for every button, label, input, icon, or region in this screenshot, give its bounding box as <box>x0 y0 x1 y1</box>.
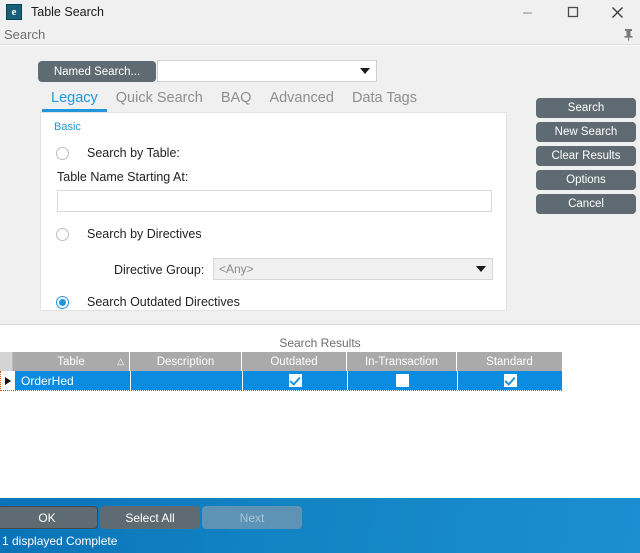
options-button[interactable]: Options <box>536 170 636 190</box>
grid-header-corner <box>0 352 13 371</box>
named-search-input[interactable] <box>158 61 354 81</box>
search-results-title: Search Results <box>279 336 361 350</box>
cell-in-transaction[interactable] <box>348 371 458 390</box>
title-bar: e Table Search <box>0 0 640 24</box>
tab-legacy[interactable]: Legacy <box>42 90 107 112</box>
window-controls <box>505 0 640 24</box>
toolstrip-label: Search <box>4 27 46 42</box>
named-search-button[interactable]: Named Search... <box>38 61 156 82</box>
radio-search-by-directives-indicator[interactable] <box>56 227 69 241</box>
radio-search-outdated-directives-indicator[interactable] <box>56 295 69 309</box>
checkbox-standard[interactable] <box>503 374 517 387</box>
status-bar-text: 1 displayed Complete <box>2 534 118 548</box>
checkbox-outdated[interactable] <box>288 374 302 387</box>
tab-advanced[interactable]: Advanced <box>260 90 343 113</box>
grid-header-row: Table △ Description Outdated In-Transact… <box>0 352 562 371</box>
close-icon[interactable] <box>595 0 640 24</box>
cell-standard[interactable] <box>458 371 562 390</box>
chevron-down-icon[interactable] <box>354 61 376 81</box>
column-header-outdated[interactable]: Outdated <box>242 352 347 371</box>
search-toolstrip: Search <box>0 24 640 45</box>
pin-icon[interactable] <box>623 28 634 44</box>
tab-data-tags[interactable]: Data Tags <box>343 90 426 113</box>
cell-description[interactable] <box>131 371 243 390</box>
table-search-window: e Table Search Search Named Search... Le… <box>0 0 640 553</box>
radio-search-by-table-label: Search by Table: <box>87 146 180 160</box>
search-results-area: Search Results <box>0 324 640 499</box>
column-header-table[interactable]: Table △ <box>13 352 130 371</box>
radio-search-by-directives[interactable]: Search by Directives <box>56 227 202 241</box>
row-indicator-arrow-icon <box>1 371 15 390</box>
radio-search-outdated-directives-label: Search Outdated Directives <box>87 295 240 309</box>
radio-search-by-directives-label: Search by Directives <box>87 227 202 241</box>
cell-outdated[interactable] <box>243 371 348 390</box>
next-button: Next <box>202 506 302 529</box>
directive-group-value: <Any> <box>219 262 254 276</box>
table-row[interactable]: OrderHed <box>0 371 562 391</box>
directive-group-combo[interactable]: <Any> <box>213 258 493 280</box>
new-search-button[interactable]: New Search <box>536 122 636 142</box>
app-icon-letter: e <box>11 5 17 18</box>
epicor-e-icon: e <box>6 4 22 20</box>
window-title: Table Search <box>31 5 104 19</box>
radio-search-by-table[interactable]: Search by Table: <box>56 146 180 160</box>
cell-table[interactable]: OrderHed <box>15 371 131 390</box>
ok-button[interactable]: OK <box>0 506 98 529</box>
maximize-icon[interactable] <box>550 0 595 24</box>
search-results-grid: Table △ Description Outdated In-Transact… <box>0 352 562 391</box>
bottom-action-bar: OK Select All Next 1 displayed Complete <box>0 498 640 553</box>
directive-group-label: Directive Group: <box>114 263 205 277</box>
tab-quick-search[interactable]: Quick Search <box>107 90 212 113</box>
chevron-down-icon[interactable] <box>470 259 492 279</box>
clear-results-button[interactable]: Clear Results <box>536 146 636 166</box>
search-tab-bar: Legacy Quick Search BAQ Advanced Data Ta… <box>42 88 426 112</box>
table-name-label: Table Name Starting At: <box>57 170 189 184</box>
table-name-input[interactable] <box>57 190 492 212</box>
cancel-button[interactable]: Cancel <box>536 194 636 214</box>
column-header-in-transaction[interactable]: In-Transaction <box>347 352 457 371</box>
basic-panel-legend: Basic <box>54 121 81 133</box>
tab-baq[interactable]: BAQ <box>212 90 261 113</box>
search-button[interactable]: Search <box>536 98 636 118</box>
column-header-description[interactable]: Description <box>130 352 242 371</box>
radio-search-by-table-indicator[interactable] <box>56 146 69 160</box>
column-header-table-label: Table <box>57 355 85 368</box>
sort-ascending-icon: △ <box>117 356 124 366</box>
radio-search-outdated-directives[interactable]: Search Outdated Directives <box>56 295 240 309</box>
column-header-standard[interactable]: Standard <box>457 352 562 371</box>
basic-options-panel: Basic Search by Table: Table Name Starti… <box>40 112 507 311</box>
minimize-icon[interactable] <box>505 0 550 24</box>
named-search-combo[interactable] <box>157 60 377 82</box>
checkbox-in-transaction[interactable] <box>396 374 409 387</box>
select-all-button[interactable]: Select All <box>100 506 200 529</box>
